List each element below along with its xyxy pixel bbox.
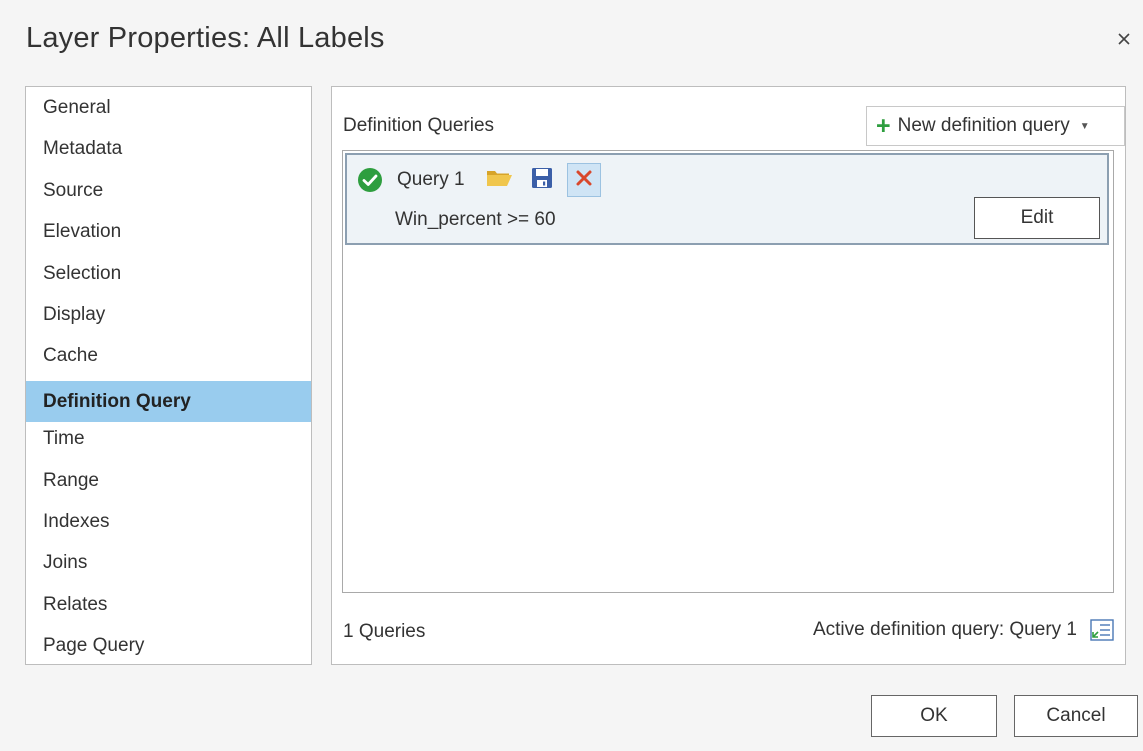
nav-item-indexes[interactable]: Indexes bbox=[26, 505, 311, 546]
properties-nav: General Metadata Source Elevation Select… bbox=[25, 86, 312, 665]
active-query-indicator: Active definition query: Query 1 bbox=[813, 617, 1115, 643]
active-query-text: Active definition query: Query 1 bbox=[812, 619, 1077, 640]
definition-query-panel: Definition Queries + New definition quer… bbox=[331, 86, 1126, 665]
edit-query-button[interactable]: Edit bbox=[974, 197, 1100, 239]
nav-item-cache[interactable]: Cache bbox=[26, 339, 311, 380]
query-list: Query 1 Win_percent >= 60 Edit bbox=[342, 150, 1114, 593]
save-query-button[interactable] bbox=[525, 163, 559, 197]
new-definition-query-button[interactable]: + New definition query ▼ bbox=[866, 106, 1125, 146]
folder-open-icon bbox=[485, 166, 515, 195]
cancel-button[interactable]: Cancel bbox=[1014, 695, 1138, 737]
nav-item-definition-query[interactable]: Definition Query bbox=[26, 380, 311, 423]
nav-item-general[interactable]: General bbox=[26, 91, 311, 132]
nav-item-range[interactable]: Range bbox=[26, 464, 311, 505]
nav-item-metadata[interactable]: Metadata bbox=[26, 132, 311, 173]
nav-item-source[interactable]: Source bbox=[26, 174, 311, 215]
caret-down-icon[interactable]: ▼ bbox=[1080, 121, 1090, 132]
new-definition-query-label: New definition query bbox=[897, 115, 1070, 136]
nav-item-selection[interactable]: Selection bbox=[26, 257, 311, 298]
check-circle-icon bbox=[357, 167, 383, 193]
nav-item-elevation[interactable]: Elevation bbox=[26, 215, 311, 256]
section-title: Definition Queries bbox=[343, 115, 495, 136]
delete-icon bbox=[575, 169, 593, 192]
nav-item-relates[interactable]: Relates bbox=[26, 588, 311, 629]
query-count: 1 Queries bbox=[343, 621, 426, 642]
open-query-button[interactable] bbox=[483, 163, 517, 197]
query-header: Query 1 bbox=[357, 163, 609, 197]
plus-icon: + bbox=[876, 111, 891, 140]
query-card[interactable]: Query 1 Win_percent >= 60 Edit bbox=[345, 153, 1109, 245]
nav-item-joins[interactable]: Joins bbox=[26, 546, 311, 587]
save-icon bbox=[531, 167, 553, 194]
title-bar: Layer Properties: All Labels bbox=[0, 0, 1143, 82]
delete-query-button[interactable] bbox=[566, 163, 601, 197]
ok-button[interactable]: OK bbox=[871, 695, 997, 737]
close-button[interactable] bbox=[1111, 26, 1137, 52]
layer-properties-dialog: Layer Properties: All Labels General Met… bbox=[0, 0, 1143, 751]
nav-item-page-query[interactable]: Page Query bbox=[26, 629, 311, 670]
close-icon bbox=[1116, 31, 1132, 47]
nav-item-display[interactable]: Display bbox=[26, 298, 311, 339]
nav-item-time[interactable]: Time bbox=[26, 422, 311, 463]
query-name: Query 1 bbox=[397, 169, 465, 190]
dialog-title: Layer Properties: All Labels bbox=[26, 22, 385, 54]
list-icon[interactable] bbox=[1089, 617, 1115, 643]
query-expression: Win_percent >= 60 bbox=[395, 209, 556, 230]
